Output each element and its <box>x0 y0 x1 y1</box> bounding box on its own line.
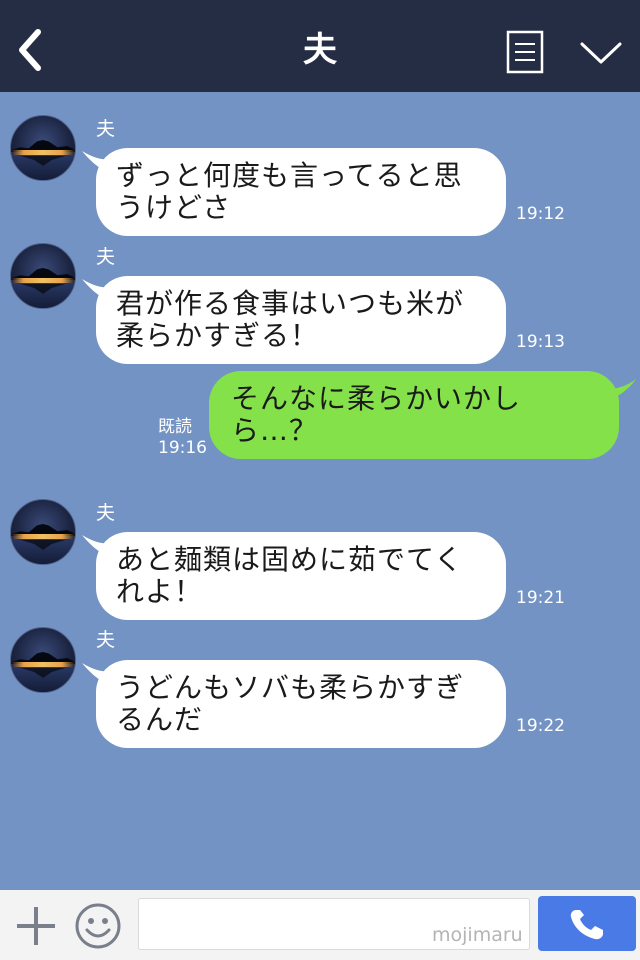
sender-name: 夫 <box>96 502 116 524</box>
message-text: 君が作る食事はいつも米が柔らかすぎる！ <box>116 287 465 352</box>
message-bubble[interactable]: ずっと何度も言ってると思うけどさ <box>96 148 506 236</box>
phone-icon <box>570 910 603 940</box>
collapse-button[interactable] <box>578 36 624 70</box>
message-time: 19:22 <box>516 716 565 736</box>
sender-name: 夫 <box>96 246 116 268</box>
message-text: ずっと何度も言ってると思うけどさ <box>116 159 463 224</box>
avatar[interactable] <box>10 627 76 693</box>
chat-area[interactable]: 夫 ずっと何度も言ってると思うけどさ 19:12 夫 君が作る食事はいつも米が柔… <box>0 92 640 890</box>
watermark: mojimaru <box>432 924 523 946</box>
add-button[interactable] <box>14 904 58 948</box>
emoji-button[interactable] <box>74 902 122 950</box>
smiley-icon <box>75 903 121 949</box>
chevron-down-icon <box>580 42 622 64</box>
message-time: 19:21 <box>516 588 565 608</box>
read-receipt: 既読 <box>158 417 192 437</box>
menu-list-icon <box>506 30 544 74</box>
input-bar: mojimaru <box>0 890 640 960</box>
avatar[interactable] <box>10 499 76 565</box>
message-bubble[interactable]: うどんもソバも柔らかすぎるんだ <box>96 660 506 748</box>
message-bubble[interactable]: あと麺類は固めに茹でてくれよ！ <box>96 532 506 620</box>
message-text: うどんもソバも柔らかすぎるんだ <box>116 671 465 736</box>
plus-icon <box>17 907 55 945</box>
message-bubble[interactable]: 君が作る食事はいつも米が柔らかすぎる！ <box>96 276 506 364</box>
menu-button[interactable] <box>506 30 544 74</box>
message-text: そんなに柔らかいかしら…？ <box>231 382 522 447</box>
message-text: あと麺類は固めに茹でてくれよ！ <box>116 543 464 608</box>
sender-name: 夫 <box>96 629 116 651</box>
sender-name: 夫 <box>96 118 116 140</box>
avatar[interactable] <box>10 115 76 181</box>
call-button[interactable] <box>538 896 636 951</box>
message-time: 19:13 <box>516 332 565 352</box>
chat-title: 夫 <box>303 30 337 70</box>
message-bubble[interactable]: そんなに柔らかいかしら…？ <box>209 371 619 459</box>
chat-header: 夫 <box>0 0 640 92</box>
avatar[interactable] <box>10 243 76 309</box>
message-time: 19:16 <box>158 438 207 458</box>
message-time: 19:12 <box>516 204 565 224</box>
